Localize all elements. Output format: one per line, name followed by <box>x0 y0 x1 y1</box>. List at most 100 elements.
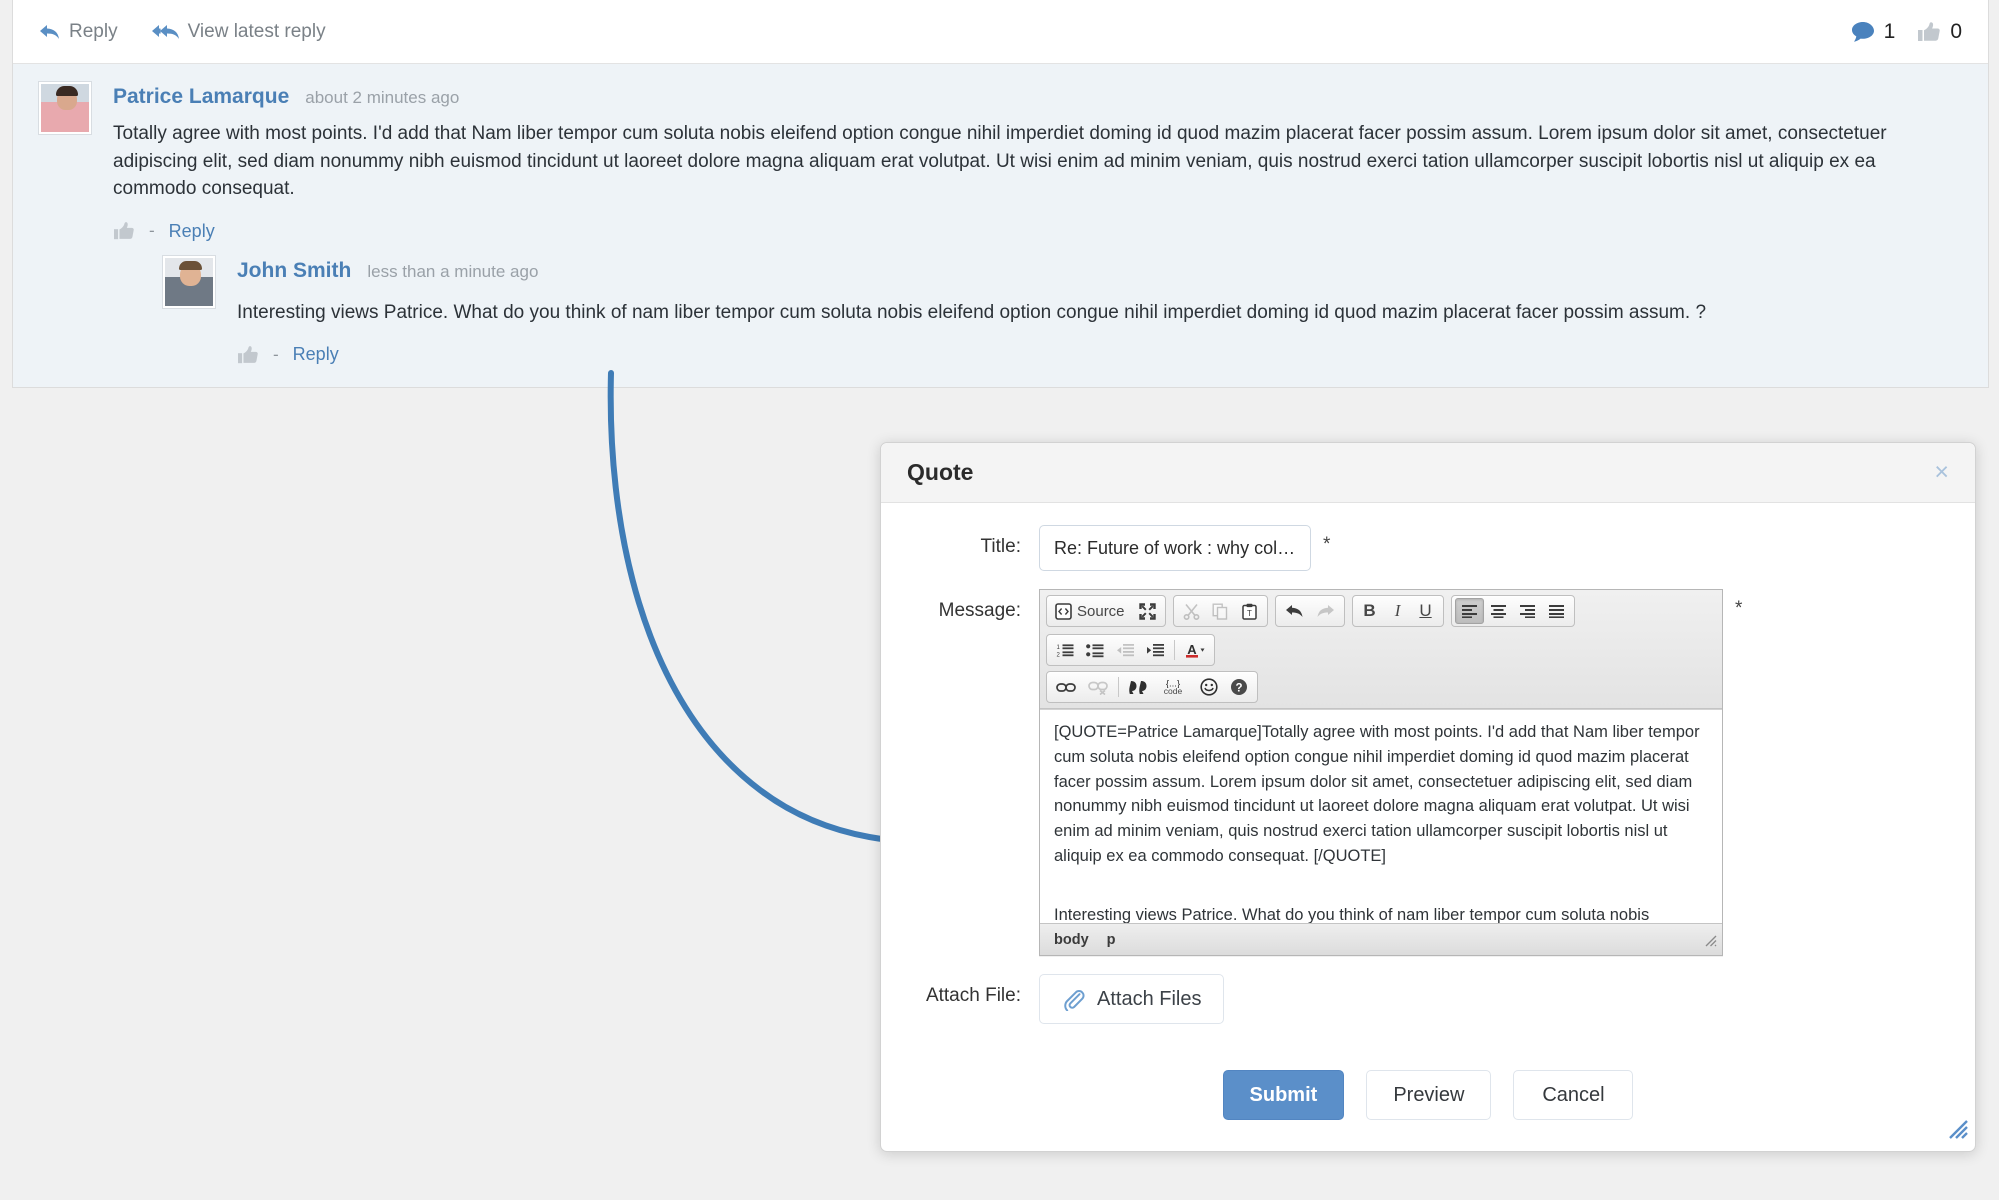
quote-modal: Quote × Title: * Message: <box>880 442 1976 1152</box>
svg-text:T: T <box>1247 609 1252 618</box>
code-block-button[interactable]: {...} code <box>1155 674 1194 700</box>
align-right-button[interactable] <box>1513 598 1542 624</box>
smiley-icon <box>1200 678 1218 696</box>
comment-counter[interactable]: 1 <box>1851 19 1896 44</box>
avatar[interactable] <box>39 82 91 134</box>
paperclip-icon <box>1062 988 1085 1011</box>
copy-button[interactable] <box>1206 598 1235 624</box>
clipboard-group: T <box>1172 595 1268 627</box>
numbered-list-button[interactable]: 12 <box>1050 637 1080 663</box>
justify-button[interactable] <box>1542 598 1571 624</box>
message-label: Message: <box>938 600 1021 621</box>
document-group: Source <box>1046 595 1166 627</box>
cancel-button[interactable]: Cancel <box>1513 1070 1634 1120</box>
thumbs-up-icon[interactable] <box>237 345 259 365</box>
editor-content-area[interactable]: [QUOTE=Patrice Lamarque]Totally agree wi… <box>1040 709 1722 923</box>
paste-text-button[interactable]: T <box>1235 598 1264 624</box>
post-author-link[interactable]: John Smith <box>237 260 351 281</box>
title-required-marker: * <box>1323 534 1331 555</box>
align-left-icon <box>1461 604 1478 618</box>
underline-button[interactable]: U <box>1412 598 1440 624</box>
editor-toolbar-row-1: Source T B I U 1 2 A <box>1046 595 1718 666</box>
smiley-button[interactable] <box>1194 674 1224 700</box>
post-reply-link[interactable]: Reply <box>169 221 215 242</box>
action-separator: - <box>149 221 155 241</box>
submit-button[interactable]: Submit <box>1222 1070 1345 1120</box>
attach-files-label: Attach Files <box>1097 987 1202 1010</box>
attach-row: Attach File: Attach Files <box>911 974 1945 1024</box>
bulleted-list-button[interactable] <box>1080 637 1110 663</box>
link-button[interactable] <box>1050 674 1082 700</box>
like-counter[interactable]: 0 <box>1917 20 1962 44</box>
text-color-icon: A <box>1185 642 1205 659</box>
element-path-p[interactable]: p <box>1107 932 1116 948</box>
like-count: 0 <box>1950 19 1962 43</box>
reply-toolbar-label: Reply <box>69 20 118 42</box>
post-author-link[interactable]: Patrice Lamarque <box>113 86 289 107</box>
outdent-button[interactable] <box>1110 637 1140 663</box>
view-latest-reply-label: View latest reply <box>187 20 326 42</box>
source-button-label: Source <box>1077 602 1125 620</box>
undo-arrow-icon <box>1285 603 1304 619</box>
text-color-button[interactable]: A <box>1179 637 1211 663</box>
thread-panel: Reply View latest reply 1 0 Patrice Lama… <box>12 0 1989 389</box>
title-input[interactable] <box>1039 525 1311 571</box>
align-center-button[interactable] <box>1484 598 1513 624</box>
editor-paragraph-reply: Interesting views Patrice. What do you t… <box>1054 905 1650 924</box>
element-path-body[interactable]: body <box>1054 932 1089 948</box>
post-timestamp: less than a minute ago <box>367 261 539 281</box>
modal-resize-handle[interactable] <box>1947 1118 1969 1145</box>
redo-arrow-icon <box>1316 603 1335 619</box>
bold-button[interactable]: B <box>1356 598 1384 624</box>
reply-toolbar-button[interactable]: Reply <box>39 21 118 43</box>
blockquote-button[interactable] <box>1123 674 1155 700</box>
list-indent-color-group: 12 A <box>1046 634 1215 666</box>
redo-button[interactable] <box>1310 598 1341 624</box>
source-button[interactable]: Source <box>1050 598 1133 624</box>
scissors-icon <box>1183 603 1200 620</box>
undo-button[interactable] <box>1279 598 1310 624</box>
indent-button[interactable] <box>1140 637 1170 663</box>
close-icon[interactable]: × <box>1934 460 1949 485</box>
help-button[interactable]: ? <box>1224 674 1254 700</box>
modal-header: Quote × <box>881 443 1975 503</box>
source-code-icon <box>1055 602 1072 620</box>
copy-icon <box>1212 603 1229 620</box>
maximize-button[interactable] <box>1133 598 1162 624</box>
history-group <box>1274 595 1345 627</box>
post-header: John Smith less than a minute ago <box>237 256 1962 281</box>
comment-count: 1 <box>1883 19 1896 43</box>
cut-button[interactable] <box>1177 598 1206 624</box>
unlink-button[interactable] <box>1082 674 1114 700</box>
post-actions: - Reply <box>237 344 1962 365</box>
post-reply-link[interactable]: Reply <box>293 344 339 365</box>
title-label: Title: <box>980 536 1021 557</box>
italic-button[interactable]: I <box>1384 598 1412 624</box>
align-left-button[interactable] <box>1454 598 1484 624</box>
numbered-list-icon: 12 <box>1056 643 1074 658</box>
align-center-icon <box>1490 604 1507 618</box>
svg-text:?: ? <box>1235 682 1242 694</box>
avatar[interactable] <box>163 255 215 308</box>
reply-arrow-icon <box>39 23 61 41</box>
outdent-icon <box>1116 643 1134 658</box>
view-latest-reply-button[interactable]: View latest reply <box>151 20 326 43</box>
thumbs-up-icon[interactable] <box>113 221 135 241</box>
double-arrow-icon <box>151 23 180 41</box>
toolbar-divider <box>1174 640 1175 660</box>
modal-title: Quote <box>907 459 974 485</box>
align-right-icon <box>1519 604 1536 618</box>
blockquote-icon <box>1129 680 1149 695</box>
posts-container: Patrice Lamarque about 2 minutes ago Tot… <box>13 64 1988 388</box>
editor-resize-handle[interactable] <box>1704 934 1717 951</box>
editor-toolbar-row-2: {...} code ? <box>1046 671 1718 703</box>
attach-files-button[interactable]: Attach Files <box>1039 974 1225 1024</box>
rich-text-editor: Source T B I U 1 2 A {...} code ? [QUOTE… <box>1039 589 1723 956</box>
thread-toolbar: Reply View latest reply 1 0 <box>13 0 1988 64</box>
justify-icon <box>1548 604 1565 618</box>
editor-element-path: body p <box>1040 923 1722 955</box>
preview-button[interactable]: Preview <box>1366 1070 1492 1120</box>
post-text: Interesting views Patrice. What do you t… <box>237 301 1707 323</box>
maximize-icon <box>1138 602 1156 620</box>
title-row: Title: * <box>911 525 1945 571</box>
